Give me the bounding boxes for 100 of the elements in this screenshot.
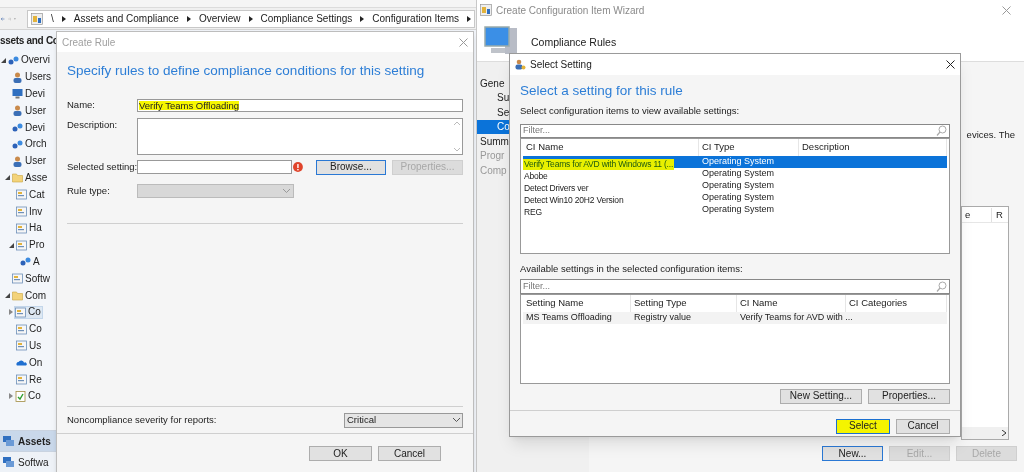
tree-item[interactable]: Co — [15, 390, 42, 402]
column-header[interactable]: R — [992, 207, 1003, 222]
new-button[interactable]: New... — [822, 446, 883, 462]
scroll-down-icon[interactable] — [454, 147, 460, 152]
rule-type-dropdown[interactable] — [137, 183, 294, 198]
tree-item[interactable]: Users — [12, 71, 53, 83]
expanded-arrow-icon[interactable] — [9, 242, 14, 248]
table-row[interactable]: Detect Win10 20H2 Version Operating System — [523, 191, 947, 204]
column-header[interactable]: e — [962, 207, 992, 222]
field-label: Noncompliance severity for reports: — [67, 412, 217, 427]
document-icon — [16, 374, 27, 386]
column-header[interactable]: Description — [799, 138, 947, 156]
column-header[interactable]: CI Categories — [846, 294, 947, 312]
expanded-arrow-icon[interactable] — [5, 293, 10, 299]
table-row[interactable]: Verify Teams for AVD with Windows 11 (... Operating System — [523, 155, 947, 168]
chevron-right-icon[interactable] — [360, 15, 365, 22]
name-field[interactable]: Verify Teams Offloading — [137, 98, 463, 112]
user-settings-icon — [515, 59, 526, 70]
breadcrumb-item[interactable]: Assets and Compliance — [73, 11, 179, 26]
tree-item[interactable]: Devi — [12, 122, 46, 134]
document-icon — [12, 273, 23, 285]
breadcrumb-item[interactable]: Compliance Settings — [260, 11, 353, 26]
settings-items-icon — [31, 12, 44, 25]
search-icon — [936, 280, 947, 292]
tree-item[interactable]: On — [16, 357, 44, 369]
tree-item[interactable]: Devi — [12, 88, 46, 100]
column-header[interactable]: CI Name — [523, 138, 699, 156]
severity-dropdown[interactable]: Critical — [344, 412, 463, 428]
tree-item[interactable]: Us — [16, 340, 43, 352]
workspace-button[interactable]: Assets — [0, 430, 58, 451]
chevron-right-icon[interactable] — [61, 15, 66, 22]
table-cell-text: Operating System — [701, 166, 775, 180]
field-label: Rule type: — [67, 183, 111, 198]
table-cell: Abobe — [523, 170, 549, 182]
tree-item[interactable]: Co — [16, 323, 43, 335]
tree-item[interactable]: Co — [15, 306, 42, 318]
tree-item[interactable]: Softw — [12, 273, 51, 285]
tree-item[interactable]: Cat — [16, 189, 46, 201]
browse-button[interactable]: Browse... — [315, 159, 386, 175]
column-header[interactable]: Setting Type — [631, 294, 737, 312]
document-icon — [16, 206, 27, 218]
selected-setting-field[interactable] — [137, 160, 292, 174]
column-header[interactable]: Setting Name — [523, 294, 631, 312]
document-icon — [16, 222, 27, 234]
tree-item[interactable]: User — [12, 105, 48, 117]
filter-field[interactable]: Filter... — [520, 278, 950, 294]
chevron-right-icon[interactable] — [467, 15, 471, 22]
ok-button[interactable]: OK — [309, 446, 372, 461]
chevron-right-icon[interactable] — [248, 15, 253, 22]
scroll-up-icon[interactable] — [454, 120, 460, 125]
tree-item[interactable]: Inv — [16, 206, 44, 218]
breadcrumb-item[interactable]: \ — [51, 11, 54, 26]
network-icon — [20, 256, 31, 268]
expanded-arrow-icon[interactable] — [1, 57, 6, 63]
chevron-down-icon[interactable] — [453, 418, 460, 422]
user-icon — [12, 105, 23, 117]
table-row[interactable]: Detect Drivers ver Operating System — [523, 179, 947, 192]
column-header[interactable]: CI Name — [737, 294, 846, 312]
settings-items-icon — [480, 4, 492, 16]
collapsed-arrow-icon[interactable] — [9, 309, 13, 316]
chevron-right-icon[interactable] — [186, 15, 191, 22]
cancel-button[interactable]: Cancel — [896, 418, 950, 434]
folder-icon — [12, 172, 23, 184]
field-label: Description: — [67, 117, 119, 132]
document-icon — [16, 340, 27, 352]
breadcrumb-item[interactable]: Configuration Items — [372, 11, 459, 26]
table-row[interactable]: REG Operating System — [523, 203, 947, 216]
computers-icon — [2, 455, 15, 469]
folder-icon — [12, 290, 23, 302]
tree-item[interactable]: Ha — [16, 222, 43, 234]
computers-icon — [2, 434, 15, 448]
new-setting-button[interactable]: New Setting... — [780, 388, 862, 404]
description-field[interactable] — [137, 117, 463, 155]
tree-item[interactable]: Com — [12, 290, 48, 302]
table-cell-text: Verify Teams for AVD with ... — [739, 311, 853, 324]
tree-item[interactable]: User — [12, 155, 48, 167]
filter-field[interactable]: Filter... — [520, 123, 950, 138]
expanded-arrow-icon[interactable] — [5, 175, 10, 181]
scroll-right-icon[interactable] — [1002, 430, 1006, 437]
close-icon[interactable] — [946, 60, 955, 69]
select-button[interactable]: Select — [836, 418, 890, 434]
tree-item[interactable]: Pro — [16, 239, 46, 251]
tree-item[interactable]: Orch — [12, 138, 48, 150]
tree-item[interactable]: Re — [16, 374, 43, 386]
tree-item[interactable]: A — [20, 256, 41, 268]
table-cell: Detect Win10 20H2 Version — [523, 194, 625, 206]
network-icon — [12, 122, 23, 134]
table-row[interactable]: MS Teams Offloading Registry value Verify Teams for AVD with ... — [523, 311, 947, 324]
monitor-icon — [12, 88, 23, 100]
properties-button[interactable]: Properties... — [868, 388, 950, 404]
collapsed-arrow-icon[interactable] — [9, 393, 13, 400]
description-text: evices. The — [966, 128, 1015, 142]
cancel-button[interactable]: Cancel — [378, 446, 441, 461]
tree-item[interactable]: Overvi — [8, 54, 51, 66]
tree-item[interactable]: Asse — [12, 172, 49, 184]
address-bar[interactable]: \ Assets and Compliance Overview Compliance Settings Configuration Items — [27, 9, 475, 28]
column-header[interactable]: CI Type — [699, 138, 799, 156]
breadcrumb-item[interactable]: Overview — [198, 11, 241, 26]
page-header: Compliance Rules — [531, 34, 617, 50]
instruction-text: Select configuration items to view available settings: — [520, 104, 741, 119]
